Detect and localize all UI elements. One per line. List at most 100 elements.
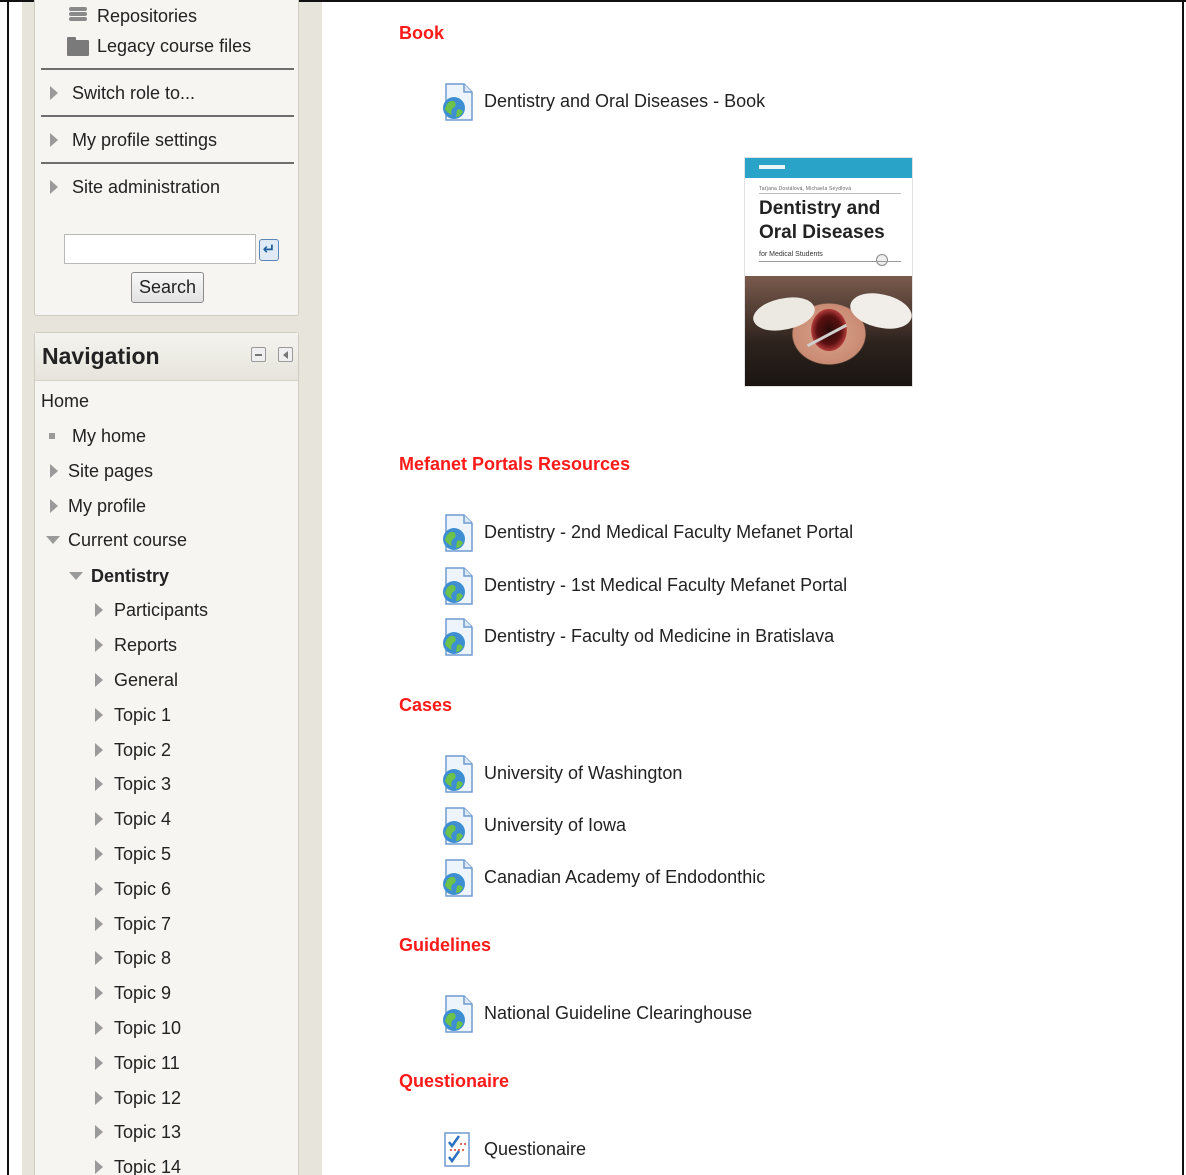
resource-link-label: Dentistry - 2nd Medical Faculty Mefanet …: [484, 522, 854, 542]
nav-item-my-home[interactable]: My home: [35, 426, 298, 452]
search-go-icon[interactable]: ↵: [259, 239, 279, 261]
nav-item-label: Topic 14: [114, 1157, 182, 1175]
expand-arrow-icon: [50, 180, 58, 194]
resource-link-label: Dentistry and Oral Diseases - Book: [484, 91, 766, 111]
nav-item-topic-12[interactable]: Topic 12: [35, 1088, 298, 1114]
expand-arrow-icon: [95, 986, 103, 1000]
divider: [759, 193, 901, 194]
resource-link-label: University of Iowa: [484, 815, 627, 835]
nav-item-label: Topic 2: [114, 740, 172, 760]
section-heading-book: Book: [399, 23, 444, 43]
navigation-block: Navigation Home My home Site pages My pr…: [34, 332, 299, 1175]
collapse-arrow-icon: [46, 536, 60, 544]
bullet-icon: [49, 433, 55, 439]
divider: [41, 68, 294, 70]
nav-item-general[interactable]: General: [35, 670, 298, 696]
questionnaire-link-label: Questionaire: [484, 1139, 587, 1159]
nav-item-topic-14[interactable]: Topic 14: [35, 1157, 298, 1175]
folder-icon: [67, 37, 89, 56]
sidebar-item-legacy-course-files[interactable]: Legacy course files: [35, 36, 298, 62]
sidebar-item-label: Legacy course files: [97, 36, 252, 56]
nav-item-topic-1[interactable]: Topic 1: [35, 705, 298, 731]
sidebar-item-my-profile-settings[interactable]: My profile settings: [35, 130, 298, 156]
nav-item-reports[interactable]: Reports: [35, 635, 298, 661]
nav-item-label: Topic 6: [114, 879, 172, 899]
nav-item-topic-4[interactable]: Topic 4: [35, 809, 298, 835]
dock-block-icon[interactable]: [278, 347, 293, 362]
nav-item-topic-5[interactable]: Topic 5: [35, 844, 298, 870]
nav-item-label: My profile: [68, 496, 147, 516]
expand-arrow-icon: [50, 133, 58, 147]
url-resource-icon: [443, 567, 473, 605]
expand-arrow-icon: [95, 1125, 103, 1139]
book-title-line-1: Dentistry and: [759, 198, 881, 219]
nav-item-topic-10[interactable]: Topic 10: [35, 1018, 298, 1044]
search-button[interactable]: Search: [131, 272, 204, 303]
nav-item-topic-7[interactable]: Topic 7: [35, 914, 298, 940]
section-heading-guidelines: Guidelines: [399, 935, 492, 955]
expand-arrow-icon: [95, 812, 103, 826]
expand-arrow-icon: [95, 1056, 103, 1070]
navigation-title: Navigation: [42, 343, 160, 369]
questionnaire-icon: [444, 1132, 470, 1167]
url-resource-icon: [443, 755, 473, 793]
url-resource-icon: [443, 83, 473, 121]
collapse-arrow-icon: [69, 572, 83, 580]
nav-item-topic-13[interactable]: Topic 13: [35, 1122, 298, 1148]
expand-arrow-icon: [95, 847, 103, 861]
nav-item-label: Home: [41, 391, 90, 411]
nav-item-topic-8[interactable]: Topic 8: [35, 948, 298, 974]
nav-item-topic-6[interactable]: Topic 6: [35, 879, 298, 905]
nav-item-course-dentistry[interactable]: Dentistry: [35, 566, 298, 592]
nav-item-topic-3[interactable]: Topic 3: [35, 774, 298, 800]
nav-item-label: Participants: [114, 600, 209, 620]
nav-item-label: Topic 7: [114, 914, 172, 934]
nav-item-label: Topic 12: [114, 1088, 182, 1108]
url-resource-icon: [443, 995, 473, 1033]
book-subtitle: for Medical Students: [759, 251, 823, 258]
nav-item-site-pages[interactable]: Site pages: [35, 461, 298, 487]
nav-item-my-profile[interactable]: My profile: [35, 496, 298, 522]
nav-item-label: Topic 1: [114, 705, 172, 725]
sidebar-item-site-administration[interactable]: Site administration: [35, 177, 298, 203]
sidebar-item-switch-role[interactable]: Switch role to...: [35, 83, 298, 109]
url-resource-icon: [443, 618, 473, 656]
publisher-logo: [759, 165, 785, 169]
sidebar-item-repositories[interactable]: Repositories: [35, 6, 298, 32]
sidebar-item-label: Site administration: [72, 177, 221, 197]
resource-link-label: Canadian Academy of Endodonthic: [484, 867, 766, 887]
nav-item-label: Topic 5: [114, 844, 172, 864]
book-title-line-2: Oral Diseases: [759, 222, 885, 243]
expand-arrow-icon: [95, 951, 103, 965]
expand-arrow-icon: [95, 1021, 103, 1035]
url-resource-icon: [443, 859, 473, 897]
nav-item-topic-2[interactable]: Topic 2: [35, 740, 298, 766]
resource-link-label: National Guideline Clearinghouse: [484, 1003, 753, 1023]
nav-item-label: Current course: [68, 530, 188, 550]
section-heading-questionaire: Questionaire: [399, 1071, 510, 1091]
nav-item-topic-11[interactable]: Topic 11: [35, 1053, 298, 1079]
nav-item-label: General: [114, 670, 179, 690]
nav-item-home[interactable]: Home: [35, 391, 298, 417]
expand-arrow-icon: [50, 86, 58, 100]
nav-item-topic-9[interactable]: Topic 9: [35, 983, 298, 1009]
nav-item-label: Topic 8: [114, 948, 172, 968]
nav-item-label: Topic 9: [114, 983, 172, 1003]
sidebar-item-label: Switch role to...: [72, 83, 196, 103]
sidebar-item-label: Repositories: [97, 6, 198, 26]
url-resource-icon: [443, 807, 473, 845]
expand-arrow-icon: [50, 499, 58, 513]
nav-item-current-course[interactable]: Current course: [35, 530, 298, 556]
nav-item-participants[interactable]: Participants: [35, 600, 298, 626]
left-sidebar: Repositories Legacy course files Switch …: [22, 0, 322, 1175]
book-cover-image: Taťjana Dostálová, Michaela Seydlová Den…: [744, 157, 913, 387]
page-frame-left: [7, 0, 9, 1175]
nav-item-label: Dentistry: [91, 566, 170, 586]
minimize-block-icon[interactable]: [251, 347, 266, 362]
divider: [41, 162, 294, 164]
resource-link-label: University of Washington: [484, 763, 683, 783]
settings-search-input[interactable]: [64, 234, 256, 264]
sidebar-item-label: My profile settings: [72, 130, 218, 150]
seal-icon: [876, 254, 888, 266]
nav-item-label: Topic 11: [114, 1053, 180, 1073]
